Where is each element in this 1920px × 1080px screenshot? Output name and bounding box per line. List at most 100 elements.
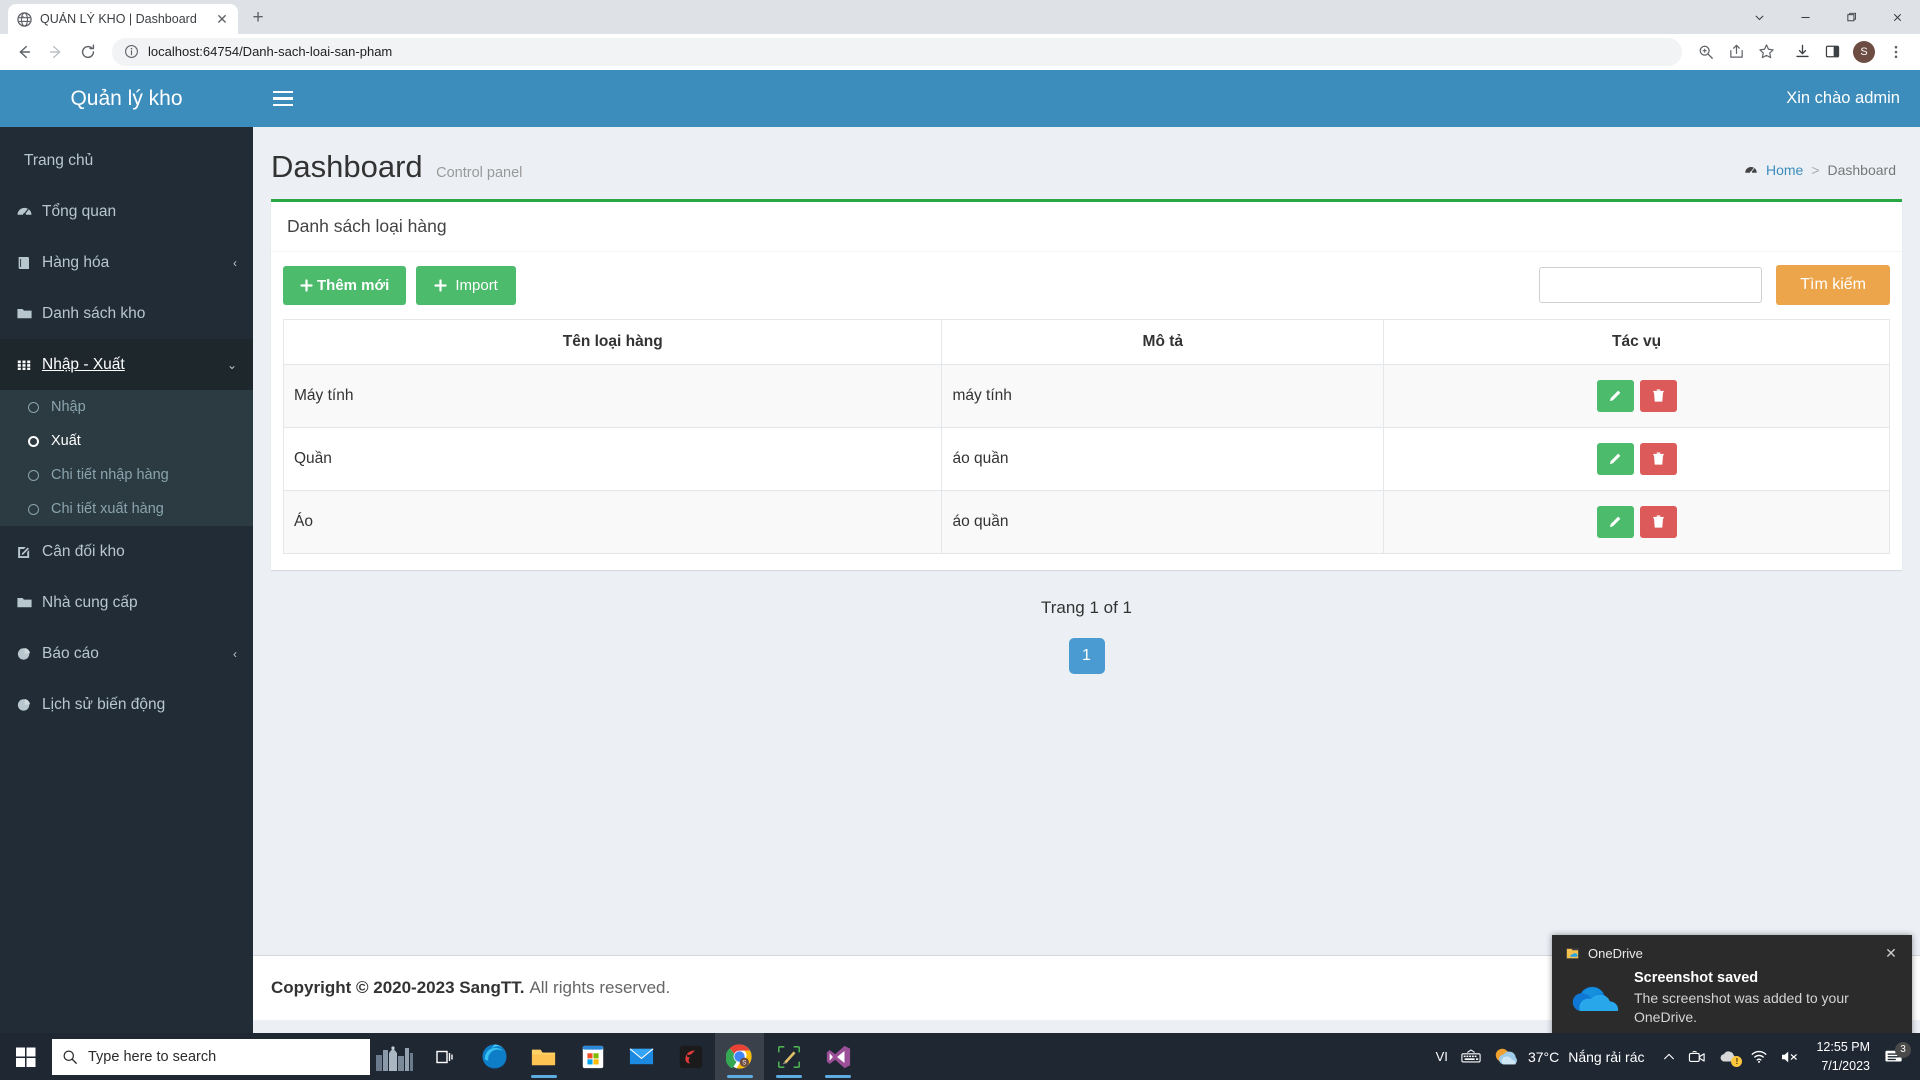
chevron-left-icon: ‹ bbox=[233, 646, 237, 661]
cell-description: áo quần bbox=[941, 490, 1385, 554]
cell-name: Áo bbox=[282, 490, 943, 554]
edit-button[interactable] bbox=[1596, 506, 1634, 538]
bookmark-star-icon[interactable] bbox=[1752, 38, 1780, 66]
table-head: Tên loại hàng Mô tả Tác vụ bbox=[282, 319, 1890, 365]
sidebar: Quản lý kho Trang chủ Tổng quan Hàng hóa… bbox=[0, 70, 253, 1055]
window-close-button[interactable] bbox=[1874, 0, 1920, 34]
window-minimize-to-tray-button[interactable] bbox=[1736, 0, 1782, 34]
card-body: Thêm mới Import Tìm kiếm Tên loại hàng M… bbox=[271, 252, 1902, 570]
sidebar-subitem-chi-tiet-nhap-hang[interactable]: Chi tiết nhập hàng bbox=[0, 458, 253, 492]
delete-button[interactable] bbox=[1639, 380, 1677, 412]
coc-coc-browser-icon[interactable] bbox=[666, 1033, 715, 1080]
download-icon[interactable] bbox=[1788, 38, 1816, 66]
edit-square-icon bbox=[16, 544, 42, 560]
network-wifi-icon[interactable] bbox=[1744, 1033, 1774, 1080]
profile-avatar[interactable]: S bbox=[1853, 40, 1875, 63]
taskbar-search-box[interactable]: Type here to search bbox=[52, 1038, 370, 1075]
sidebar-item-lich-su-bien-dong[interactable]: Lịch sử biến động bbox=[0, 679, 253, 730]
sidebar-item-can-doi-kho[interactable]: Cân đối kho bbox=[0, 526, 253, 577]
sidebar-toggle[interactable] bbox=[273, 90, 295, 107]
search-input[interactable] bbox=[1539, 267, 1763, 303]
cell-description: máy tính bbox=[941, 364, 1385, 428]
sidebar-item-danh-sach-kho[interactable]: Danh sách kho bbox=[0, 288, 253, 339]
share-icon[interactable] bbox=[1722, 38, 1750, 66]
column-header-actions: Tác vụ bbox=[1383, 319, 1890, 365]
window-minimize-button[interactable] bbox=[1782, 0, 1828, 34]
trash-icon bbox=[1652, 389, 1665, 403]
browser-toolbar-icons: S bbox=[1692, 38, 1910, 66]
onedrive-notification-toast: OneDrive ✕ Screenshot saved The screensh… bbox=[1552, 935, 1912, 1045]
toast-close-icon[interactable]: ✕ bbox=[1882, 945, 1900, 962]
dashboard-icon bbox=[1744, 163, 1758, 177]
delete-button[interactable] bbox=[1639, 443, 1677, 475]
meet-now-icon[interactable] bbox=[1682, 1033, 1712, 1080]
sidebar-item-bao-cao[interactable]: Báo cáo ‹ bbox=[0, 628, 253, 679]
sidebar-item-tong-quan[interactable]: Tổng quan bbox=[0, 186, 253, 237]
weather-temperature: 37°C bbox=[1527, 1048, 1560, 1065]
sidebar-item-nha-cung-cap[interactable]: Nhà cung cấp bbox=[0, 577, 253, 628]
clock-time: 12:55 PM bbox=[1816, 1040, 1870, 1055]
snipping-tool-icon[interactable] bbox=[764, 1033, 813, 1080]
edit-button[interactable] bbox=[1596, 380, 1634, 412]
action-center-icon[interactable]: 3 bbox=[1880, 1041, 1916, 1066]
taskbar-clock[interactable]: 12:55 PM 7/1/2023 bbox=[1806, 1038, 1880, 1074]
window-maximize-button[interactable] bbox=[1828, 0, 1874, 34]
info-circle-icon[interactable] bbox=[124, 44, 139, 59]
task-view-icon[interactable] bbox=[418, 1033, 470, 1080]
notification-count-badge: 3 bbox=[1895, 1041, 1911, 1058]
browser-tab[interactable]: QUẢN LÝ KHO | Dashboard ✕ bbox=[8, 4, 238, 34]
tab-close-icon[interactable]: ✕ bbox=[214, 11, 230, 27]
reload-button[interactable] bbox=[74, 38, 102, 66]
app-brand[interactable]: Quản lý kho bbox=[0, 70, 253, 127]
back-button[interactable] bbox=[10, 38, 38, 66]
import-button[interactable]: Import bbox=[416, 265, 516, 305]
pagination-label: Trang 1 of 1 bbox=[1040, 598, 1133, 617]
delete-button[interactable] bbox=[1639, 506, 1677, 538]
sidebar-item-hang-hoa[interactable]: Hàng hóa ‹ bbox=[0, 237, 253, 288]
breadcrumb-separator: > bbox=[1811, 162, 1820, 178]
column-header-name: Tên loại hàng bbox=[282, 319, 943, 365]
toast-app-name: OneDrive bbox=[1588, 946, 1643, 962]
new-tab-button[interactable]: + bbox=[244, 4, 272, 32]
pagination-page-1[interactable]: 1 bbox=[1068, 638, 1105, 674]
onedrive-small-icon bbox=[1564, 946, 1580, 962]
file-explorer-icon[interactable] bbox=[519, 1033, 568, 1080]
keyboard-icon[interactable] bbox=[1455, 1033, 1487, 1080]
mail-icon[interactable] bbox=[617, 1033, 666, 1080]
footer-rights: All rights reserved. bbox=[529, 978, 671, 997]
sidebar-item-label: Cân đối kho bbox=[42, 542, 125, 560]
sidebar-subitem-xuat[interactable]: Xuất bbox=[0, 424, 253, 458]
column-header-description: Mô tả bbox=[941, 319, 1385, 365]
add-new-button[interactable]: Thêm mới bbox=[283, 265, 407, 305]
folder-icon bbox=[16, 305, 42, 322]
taskbar-app-list: S bbox=[470, 1033, 862, 1080]
sidebar-item-label: Tổng quan bbox=[42, 202, 117, 220]
sidebar-subitem-chi-tiet-xuat-hang[interactable]: Chi tiết xuất hàng bbox=[0, 492, 253, 526]
zoom-icon[interactable] bbox=[1692, 38, 1720, 66]
microsoft-edge-icon[interactable] bbox=[470, 1033, 519, 1080]
address-bar[interactable]: localhost:64754/Danh-sach-loai-san-pham bbox=[112, 37, 1682, 66]
forward-button[interactable] bbox=[42, 38, 70, 66]
breadcrumb-home-link[interactable]: Home bbox=[1766, 162, 1803, 178]
sidebar-subitem-nhap[interactable]: Nhập bbox=[0, 390, 253, 424]
volume-muted-icon[interactable] bbox=[1774, 1033, 1806, 1080]
google-chrome-icon[interactable]: S bbox=[715, 1033, 764, 1080]
circle-icon bbox=[28, 401, 39, 413]
top-navbar: Xin chào admin bbox=[253, 70, 1920, 127]
windows-start-icon[interactable] bbox=[0, 1033, 52, 1080]
address-bar-url: localhost:64754/Danh-sach-loai-san-pham bbox=[148, 44, 393, 59]
news-weather-widget-icon[interactable] bbox=[370, 1033, 418, 1080]
browser-menu-button[interactable] bbox=[1882, 38, 1910, 66]
edit-button[interactable] bbox=[1596, 443, 1634, 475]
search-button[interactable]: Tìm kiếm bbox=[1776, 265, 1890, 305]
show-hidden-icons-button[interactable] bbox=[1656, 1033, 1682, 1080]
onedrive-sync-warning-icon[interactable]: ! bbox=[1712, 1033, 1744, 1080]
microsoft-store-icon[interactable] bbox=[568, 1033, 617, 1080]
taskbar-weather-widget[interactable]: 37°C Nắng rải rác bbox=[1487, 1045, 1657, 1069]
sidebar-item-nhap-xuat[interactable]: Nhập - Xuất ⌄ bbox=[0, 339, 253, 390]
sidepanel-icon[interactable] bbox=[1818, 38, 1846, 66]
toast-title: Screenshot saved bbox=[1634, 970, 1759, 987]
sidebar-item-trang-chu[interactable]: Trang chủ bbox=[0, 135, 253, 186]
visual-studio-icon[interactable] bbox=[813, 1033, 862, 1080]
tray-language-indicator[interactable]: VI bbox=[1429, 1049, 1455, 1064]
